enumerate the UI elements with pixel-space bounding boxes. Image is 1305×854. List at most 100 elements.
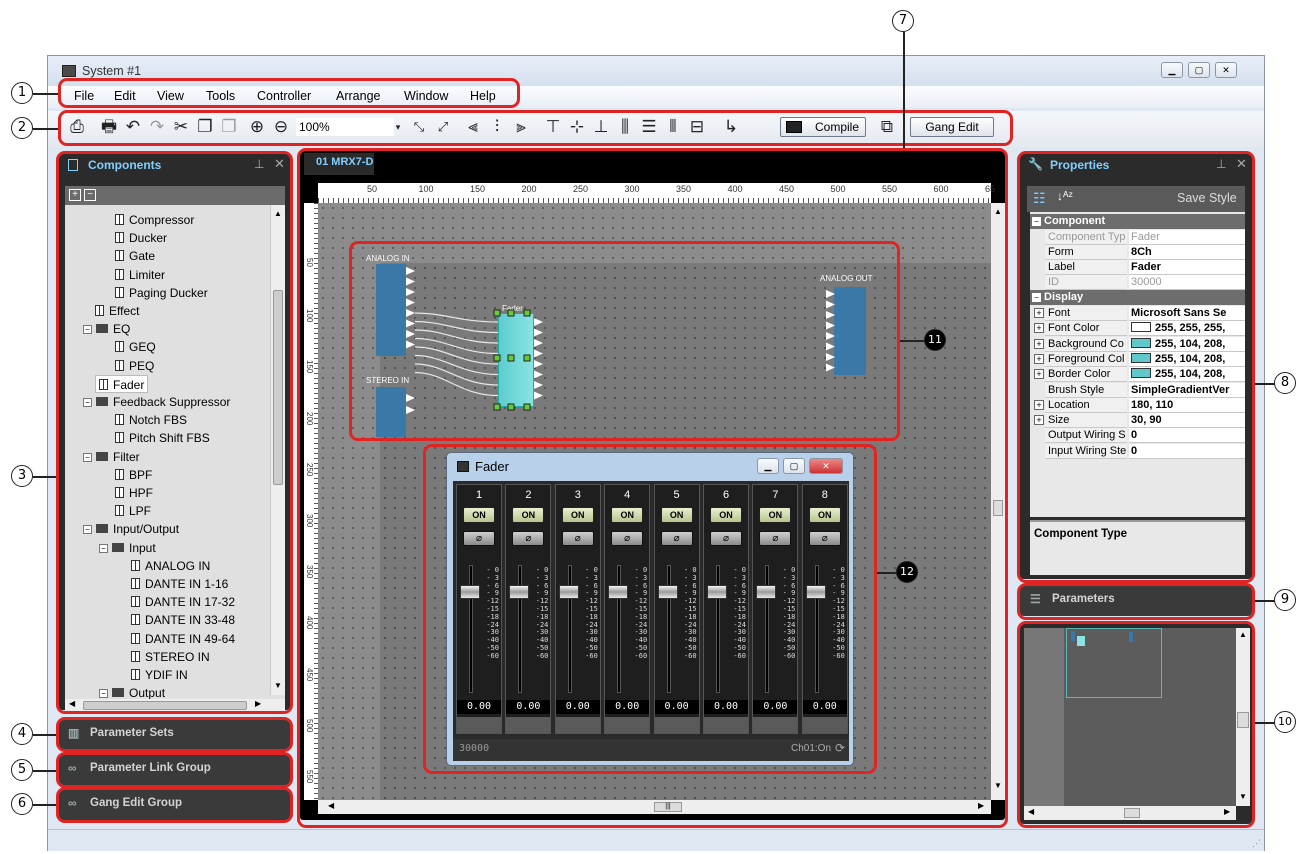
fader-output-port[interactable] <box>534 370 543 379</box>
property-row[interactable]: Brush Style SimpleGradientVer <box>1045 382 1245 398</box>
canvas-hscroll[interactable]: ◀ ||| ▶ <box>318 800 991 814</box>
expand-icon[interactable]: + <box>1034 308 1044 318</box>
phase-button[interactable]: ⌀ <box>759 531 792 546</box>
input-port[interactable] <box>406 406 415 414</box>
output-port[interactable] <box>826 300 835 309</box>
output-port[interactable] <box>826 342 835 351</box>
property-row[interactable]: Border Color 255, 104, 208, <box>1045 367 1245 383</box>
selection-handle[interactable] <box>507 354 515 362</box>
input-port[interactable] <box>406 330 415 338</box>
selection-handle[interactable] <box>493 309 501 317</box>
sort-az-icon[interactable]: ↓ᴬᶻ <box>1057 189 1073 203</box>
input-port[interactable] <box>406 394 415 402</box>
property-row[interactable]: Location 180, 110 <box>1045 397 1245 413</box>
output-port[interactable] <box>826 363 835 372</box>
canvas-vscroll-thumb[interactable] <box>993 500 1003 516</box>
property-value[interactable]: Fader <box>1129 230 1245 245</box>
parameters-panel[interactable]: ☰ Parameters <box>1020 586 1252 616</box>
input-port[interactable] <box>406 298 415 307</box>
fader-close-button[interactable]: ✕ <box>809 458 843 474</box>
phase-button[interactable]: ⌀ <box>710 531 742 546</box>
expand-icon[interactable]: + <box>1034 415 1044 426</box>
output-port[interactable] <box>826 290 835 298</box>
input-port[interactable] <box>406 340 415 349</box>
property-value[interactable]: Fader <box>1129 260 1245 275</box>
section-component[interactable]: Component <box>1030 214 1245 229</box>
section-collapse-icon[interactable]: − <box>1032 293 1041 302</box>
fader-value[interactable]: 0.00 <box>506 700 551 714</box>
fader-output-port[interactable] <box>534 360 543 368</box>
scroll-down-icon[interactable]: ▼ <box>994 781 1002 790</box>
property-value[interactable]: 30, 90 <box>1129 413 1245 429</box>
selection-handle[interactable] <box>523 354 531 362</box>
fader-value[interactable]: 0.00 <box>555 700 600 714</box>
wire[interactable] <box>414 363 499 386</box>
output-port[interactable] <box>826 332 835 340</box>
channel-on-button[interactable]: ON <box>710 507 742 523</box>
input-port[interactable] <box>406 309 415 317</box>
input-port[interactable] <box>406 267 415 275</box>
canvas-hscroll-thumb[interactable]: ||| <box>654 802 682 812</box>
property-value[interactable]: 8Ch <box>1129 245 1245 260</box>
phase-button[interactable]: ⌀ <box>561 531 594 546</box>
wire[interactable] <box>414 337 499 355</box>
property-row[interactable]: Label Fader <box>1045 260 1245 275</box>
phase-button[interactable]: ⌀ <box>808 531 841 546</box>
property-value[interactable]: 255, 104, 208, <box>1129 351 1245 367</box>
selection-handle[interactable] <box>523 403 531 411</box>
overview-hscroll[interactable]: ◀ ▶ <box>1024 806 1236 820</box>
scroll-up-icon[interactable]: ▲ <box>994 207 1002 216</box>
selection-handle[interactable] <box>493 403 501 411</box>
fader-output-port[interactable] <box>534 339 543 347</box>
phase-button[interactable]: ⌀ <box>611 531 644 546</box>
selection-handle[interactable] <box>507 309 515 317</box>
overview-vscroll-thumb[interactable] <box>1237 712 1249 728</box>
fader-output-port[interactable] <box>534 328 543 337</box>
channel-on-button[interactable]: ON <box>660 507 693 523</box>
expand-icon[interactable]: + <box>1034 369 1044 380</box>
property-value[interactable]: SimpleGradientVer <box>1129 382 1245 398</box>
channel-on-button[interactable]: ON <box>561 507 594 523</box>
channel-on-button[interactable]: ON <box>759 507 792 523</box>
canvas-vscroll[interactable]: ▲ ▼ <box>991 203 1005 800</box>
channel-on-button[interactable]: ON <box>611 507 644 523</box>
property-row[interactable]: Size 30, 90 <box>1045 413 1245 429</box>
property-row[interactable]: Input Wiring Ste 0 <box>1045 443 1245 459</box>
pin-icon[interactable]: ⊥ <box>1216 157 1226 171</box>
section-collapse-icon[interactable]: − <box>1032 217 1041 226</box>
expand-icon[interactable]: + <box>1034 399 1044 410</box>
expand-icon[interactable]: + <box>1034 338 1044 349</box>
channel-on-button[interactable]: ON <box>463 507 495 523</box>
scroll-up-icon[interactable]: ▲ <box>1239 630 1247 639</box>
fader-value[interactable]: 0.00 <box>753 700 798 714</box>
scroll-right-icon[interactable]: ▶ <box>1224 807 1230 816</box>
property-value[interactable]: Microsoft Sans Se <box>1129 306 1245 321</box>
selection-handle[interactable] <box>523 309 531 317</box>
property-row[interactable]: Foreground Col 255, 104, 208, <box>1045 351 1245 367</box>
input-port[interactable] <box>406 319 415 328</box>
channel-on-button[interactable]: ON <box>808 507 841 523</box>
resize-grip-icon[interactable]: ⋰ <box>1252 838 1261 849</box>
categorized-icon[interactable]: ☷ <box>1033 190 1046 207</box>
overview-vscroll[interactable]: ▲ ▼ <box>1236 628 1250 806</box>
input-port[interactable] <box>406 288 415 296</box>
fader-value[interactable]: 0.00 <box>802 700 847 714</box>
input-port[interactable] <box>406 277 415 286</box>
overview-map[interactable] <box>1024 628 1236 806</box>
scroll-down-icon[interactable]: ▼ <box>1239 792 1247 801</box>
property-value[interactable]: 30000 <box>1129 275 1245 290</box>
fader-minimize-button[interactable]: ▁ <box>757 458 779 474</box>
phase-button[interactable]: ⌀ <box>463 531 495 546</box>
section-display[interactable]: Display <box>1030 290 1245 305</box>
property-value[interactable]: 180, 110 <box>1129 397 1245 413</box>
fader-output-port[interactable] <box>534 349 543 358</box>
fader-maximize-button[interactable]: ▢ <box>783 458 805 474</box>
fader-output-port[interactable] <box>534 381 543 389</box>
refresh-icon[interactable]: ⟳ <box>835 741 845 755</box>
property-row[interactable]: Font Color 255, 255, 255, <box>1045 321 1245 337</box>
fader-value[interactable]: 0.00 <box>704 700 748 714</box>
fader-value[interactable]: 0.00 <box>605 700 650 714</box>
overview-hscroll-thumb[interactable] <box>1124 808 1140 818</box>
property-row[interactable]: Output Wiring S 0 <box>1045 428 1245 444</box>
property-row[interactable]: Form 8Ch <box>1045 245 1245 260</box>
